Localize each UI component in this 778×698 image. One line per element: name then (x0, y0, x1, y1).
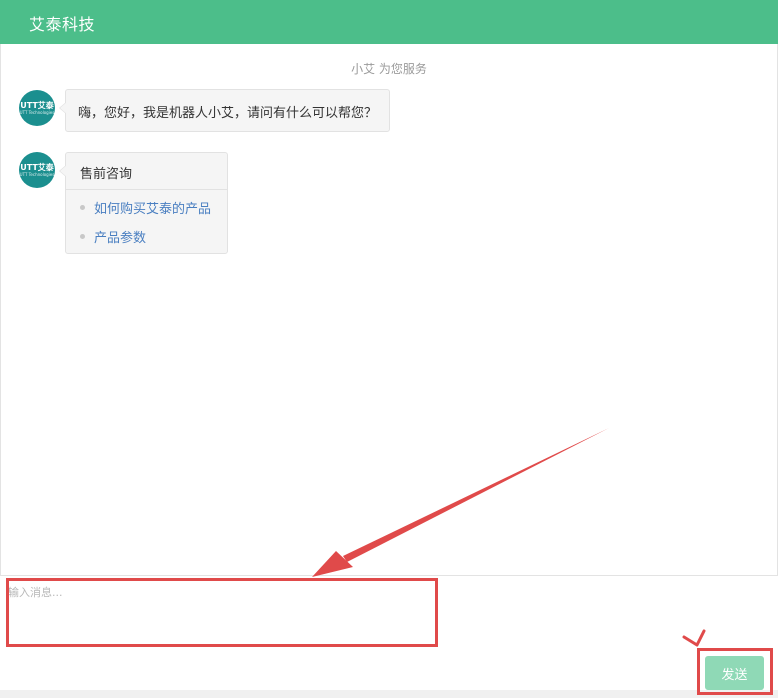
bullet-dot (80, 234, 85, 239)
avatar-logo-text: UTT艾泰 (20, 163, 54, 172)
bot-message-bubble: 嗨，您好，我是机器人小艾，请问有什么可以帮您？ (59, 89, 390, 132)
quick-link-label: 产品参数 (94, 231, 147, 246)
footer-strip (0, 690, 778, 698)
service-note: 小艾 为您服务 (351, 62, 427, 76)
bullet-dot (80, 205, 85, 210)
message-input[interactable] (8, 584, 436, 646)
quick-link-product-params[interactable]: 产品参数 (80, 227, 211, 256)
chat-header: 艾泰科技 (0, 0, 778, 44)
bot-avatar: UTT艾泰 UTT Technologies (19, 90, 55, 126)
quick-link-how-to-buy[interactable]: 如何购买艾泰的产品 (80, 198, 211, 227)
avatar-logo-sub: UTT Technologies (19, 110, 55, 115)
presales-card-title: 售前咨询 (66, 153, 227, 190)
app-title: 艾泰科技 (29, 15, 96, 34)
presales-card: 售前咨询 如何购买艾泰的产品 产品参数 (59, 152, 228, 256)
arrow-shaft (343, 428, 609, 562)
bot-greeting-text: 嗨，您好，我是机器人小艾，请问有什么可以帮您？ (78, 106, 378, 121)
bot-avatar: UTT艾泰 UTT Technologies (19, 152, 55, 188)
quick-link-list: 如何购买艾泰的产品 产品参数 (80, 198, 211, 256)
avatar-logo-sub: UTT Technologies (19, 172, 55, 177)
quick-link-label: 如何购买艾泰的产品 (94, 202, 212, 217)
send-button[interactable]: 发送 (705, 656, 764, 690)
avatar-logo-text: UTT艾泰 (20, 101, 54, 110)
composer: 发送 (0, 575, 778, 698)
arrow-head (312, 551, 353, 577)
